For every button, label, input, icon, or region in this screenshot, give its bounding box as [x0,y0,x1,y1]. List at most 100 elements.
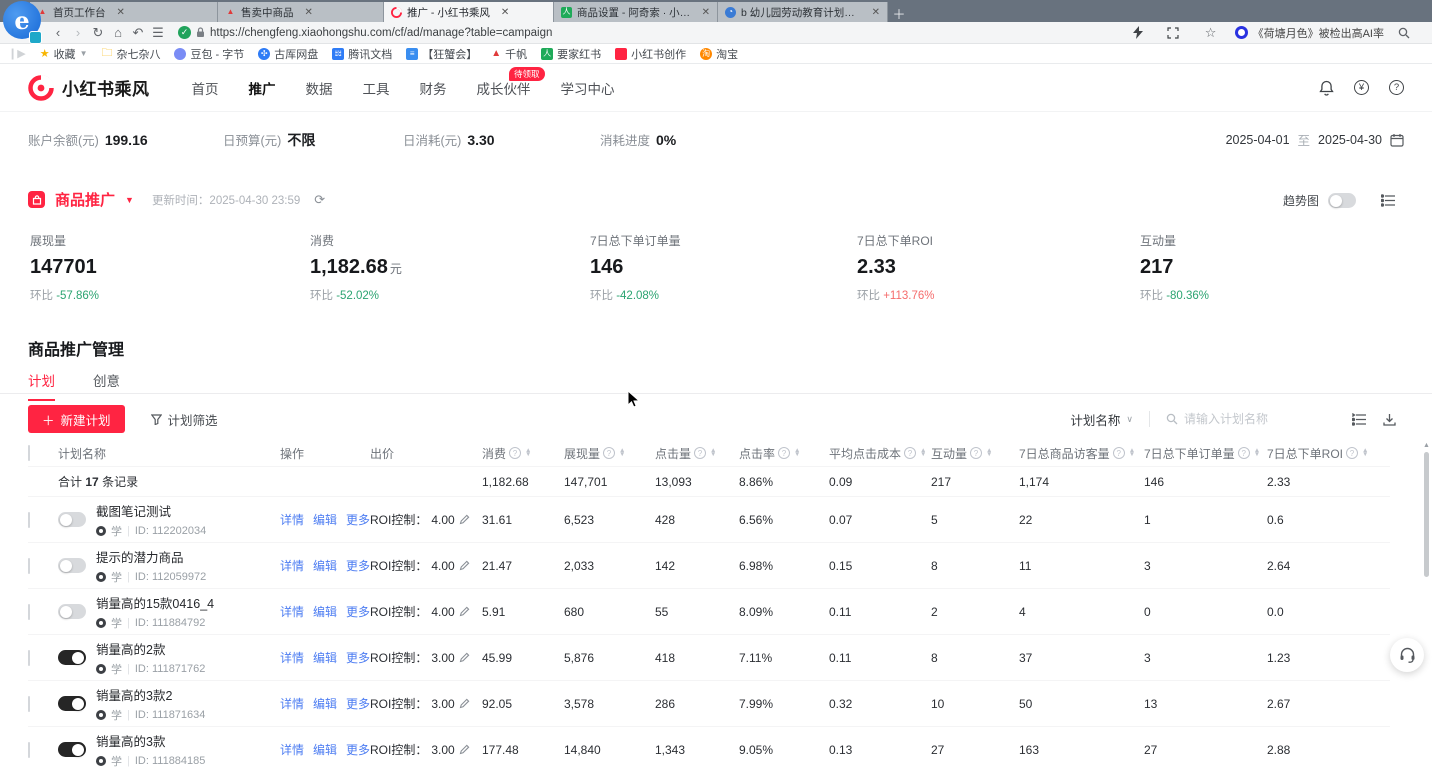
row-checkbox[interactable] [28,696,30,712]
nav-promotion[interactable]: 推广 [249,78,276,98]
browser-notification[interactable]: 《荷塘月色》被检出高AI率 [1235,25,1384,41]
select-all-checkbox[interactable] [28,445,30,461]
date-range-picker[interactable]: 2025-04-01 至 2025-04-30 [1226,130,1404,149]
bookmark-tencent-docs[interactable]: 𝍌 腾讯文档 [332,46,392,62]
nav-home[interactable]: 首页 [192,78,219,98]
browser-tab-2[interactable]: ▲ 售卖中商品 ✕ [218,2,384,22]
promo-type-selector[interactable]: 商品推广 [55,189,115,210]
bookmark-folder[interactable]: 🗀 杂七杂八 [101,44,160,63]
edit-link[interactable]: 编辑 [313,695,337,712]
screenshot-icon[interactable] [1167,27,1187,39]
bookmark-xhs-creator[interactable]: 小红书创作 [615,46,686,62]
edit-bid-icon[interactable] [459,606,470,617]
chevron-down-icon[interactable]: ▼ [125,195,134,205]
nav-learning-center[interactable]: 学习中心 [561,78,615,98]
edit-link[interactable]: 编辑 [313,557,337,574]
tab-close-icon[interactable]: ✕ [117,7,125,18]
scrollbar-thumb[interactable] [1424,452,1429,577]
row-checkbox[interactable] [28,742,30,758]
customer-support-button[interactable] [1390,638,1424,672]
trend-chart-toggle[interactable] [1328,193,1356,208]
tab-close-icon[interactable]: ✕ [702,7,710,18]
col-impressions[interactable]: 展现量?▲▼ [564,445,655,462]
tab-close-icon[interactable]: ✕ [501,7,509,18]
plan-name[interactable]: 截图笔记测试 [96,501,206,520]
favorite-star-icon[interactable]: ☆ [1201,25,1221,41]
app-logo[interactable]: 小红书乘风 [28,75,150,101]
nav-tools[interactable]: 工具 [363,78,390,98]
edit-link[interactable]: 编辑 [313,741,337,758]
nav-data[interactable]: 数据 [306,78,333,98]
more-link[interactable]: 更多 [346,511,370,528]
edit-bid-icon[interactable] [459,698,470,709]
col-7d-visitors[interactable]: 7日总商品访客量?▲▼ [1019,445,1144,462]
tab-creative[interactable]: 创意 [93,370,120,401]
refresh-data-icon[interactable]: ⟳ [314,192,325,208]
bookmark-qianfan[interactable]: ▲ 千帆 [491,46,527,62]
bookmark-kuangxiehui[interactable]: ≡ 【狂蟹会】 [406,46,477,62]
sidebar-toggle-icon[interactable]: ❙▶ [8,47,26,60]
nav-growth-partner[interactable]: 成长伙伴 待领取 [477,78,531,98]
edit-bid-icon[interactable] [459,514,470,525]
edit-link[interactable]: 编辑 [313,511,337,528]
plan-name[interactable]: 销量高的3款 [96,731,205,750]
scroll-up-icon[interactable]: ▲ [1423,441,1430,450]
row-checkbox[interactable] [28,650,30,666]
column-config-icon[interactable] [1352,413,1367,426]
lightning-icon[interactable] [1133,26,1153,39]
bell-icon[interactable] [1319,80,1334,96]
detail-link[interactable]: 详情 [280,511,304,528]
edit-bid-icon[interactable] [459,744,470,755]
col-clicks[interactable]: 点击量?▲▼ [655,445,739,462]
plan-name[interactable]: 销量高的3款2 [96,685,205,704]
plan-enable-toggle[interactable] [58,558,86,573]
col-avg-cpc[interactable]: 平均点击成本?▲▼ [829,445,931,462]
browser-tab-4[interactable]: 人 商品设置 - 阿奇索 · 小红书自动 ✕ [554,2,718,22]
plan-name[interactable]: 提示的潜力商品 [96,547,206,566]
row-checkbox[interactable] [28,512,30,528]
plan-enable-toggle[interactable] [58,512,86,527]
detail-link[interactable]: 详情 [280,695,304,712]
col-7d-orders[interactable]: 7日总下单订单量?▲▼ [1144,445,1267,462]
col-spend[interactable]: 消费?▲▼ [482,445,564,462]
back-icon[interactable]: ‹ [48,25,68,40]
col-7d-roi[interactable]: 7日总下单ROI?▲▼ [1267,445,1390,462]
detail-link[interactable]: 详情 [280,649,304,666]
tab-plan[interactable]: 计划 [28,370,55,401]
plan-search-input[interactable] [1184,412,1314,426]
plan-enable-toggle[interactable] [58,604,86,619]
more-link[interactable]: 更多 [346,741,370,758]
detail-link[interactable]: 详情 [280,557,304,574]
edit-bid-icon[interactable] [459,560,470,571]
plan-search-box[interactable] [1166,412,1336,426]
edit-bid-icon[interactable] [459,652,470,663]
col-ctr[interactable]: 点击率?▲▼ [739,445,829,462]
help-icon[interactable]: ? [1389,80,1404,95]
edit-link[interactable]: 编辑 [313,603,337,620]
bookmark-netdisk[interactable]: ✣ 古厍网盘 [258,46,318,62]
url-field[interactable]: ✓ https://chengfeng.xiaohongshu.com/cf/a… [178,26,1133,39]
bookmark-favorites[interactable]: ★ 收藏 ▼ [40,46,88,62]
detail-link[interactable]: 详情 [280,603,304,620]
col-engagement[interactable]: 互动量?▲▼ [931,445,1019,462]
search-field-select[interactable]: 计划名称 ∨ [1070,410,1133,429]
row-checkbox[interactable] [28,558,30,574]
col-plan-name[interactable]: 计划名称 [58,445,280,462]
refresh-icon[interactable]: ↻ [88,25,108,41]
forward-icon[interactable]: › [68,25,88,40]
browser-tab-1[interactable]: ▲ 首页工作台 ✕ [30,2,218,22]
plan-enable-toggle[interactable] [58,742,86,757]
plan-name[interactable]: 销量高的15款0416_4 [96,593,214,612]
download-icon[interactable] [1383,413,1396,426]
favorites-list-icon[interactable]: ☰ [148,25,168,41]
metric-config-icon[interactable] [1381,194,1396,207]
table-scrollbar[interactable]: ▲ [1423,441,1430,772]
bookmark-doubao[interactable]: 豆包 - 字节 [174,46,244,62]
tab-close-icon[interactable]: ✕ [305,7,313,18]
search-icon[interactable] [1398,27,1418,39]
detail-link[interactable]: 详情 [280,741,304,758]
new-plan-button[interactable]: ＋ 新建计划 [28,405,125,433]
plan-name[interactable]: 销量高的2款 [96,639,205,658]
more-link[interactable]: 更多 [346,557,370,574]
home-icon[interactable]: ⌂ [108,25,128,40]
